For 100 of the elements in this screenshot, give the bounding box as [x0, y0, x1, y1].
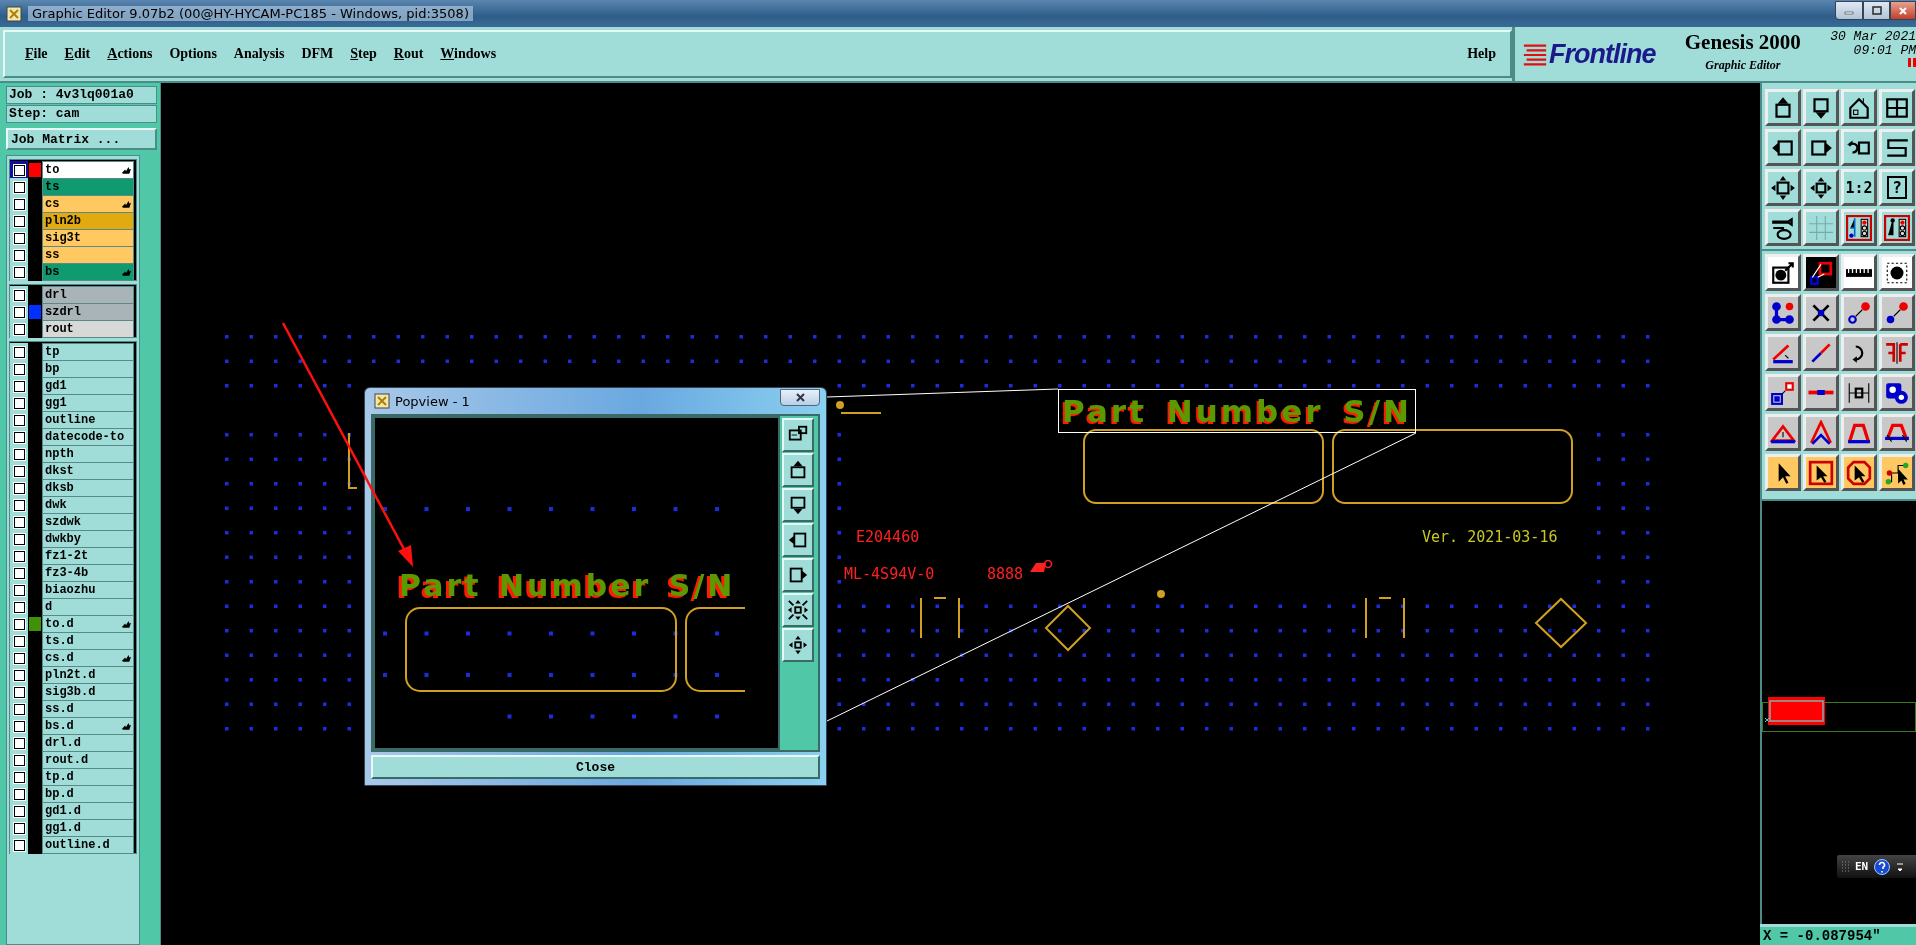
tool-button[interactable]	[1803, 129, 1839, 166]
menu-item[interactable]: Actions	[107, 46, 153, 62]
tool-button[interactable]	[1765, 454, 1801, 491]
layer-name[interactable]: ss	[42, 246, 134, 264]
tool-button[interactable]	[1841, 414, 1877, 451]
tool-button[interactable]	[1803, 454, 1839, 491]
tool-button[interactable]	[1841, 334, 1877, 371]
layer-name[interactable]: bp.d	[42, 785, 134, 803]
layer-name[interactable]: outline	[42, 411, 134, 429]
tool-button[interactable]	[1765, 169, 1801, 206]
layer-name[interactable]: gd1	[42, 377, 134, 395]
tool-button[interactable]	[1879, 294, 1915, 331]
tool-button[interactable]	[1879, 254, 1915, 291]
help-button[interactable]: ?	[1879, 169, 1915, 206]
tool-button[interactable]	[1879, 454, 1915, 491]
tool-button[interactable]	[1803, 254, 1839, 291]
tool-button[interactable]	[1879, 129, 1915, 166]
layer-name[interactable]: pln2b	[42, 212, 134, 230]
layer-name[interactable]: dkst	[42, 462, 134, 480]
tool-button[interactable]	[1803, 334, 1839, 371]
layer-name[interactable]: to.d	[42, 615, 134, 633]
menu-item[interactable]: Analysis	[233, 46, 285, 62]
layer-name[interactable]: cs.d	[42, 649, 134, 667]
layer-name[interactable]: fz3-4b	[42, 564, 134, 582]
layer-name[interactable]: sig3t	[42, 229, 134, 247]
tool-button[interactable]	[1803, 414, 1839, 451]
tool-button[interactable]	[1765, 129, 1801, 166]
layer-name[interactable]: dksb	[42, 479, 134, 497]
tool-button[interactable]	[1803, 374, 1839, 411]
tool-button[interactable]	[1765, 89, 1801, 126]
tool-button[interactable]	[1841, 254, 1877, 291]
layer-name[interactable]: pln2t.d	[42, 666, 134, 684]
tool-button[interactable]	[1841, 294, 1877, 331]
layer-name[interactable]: to	[42, 161, 134, 179]
layer-name[interactable]: rout	[42, 320, 134, 338]
view-tool-button[interactable]	[782, 488, 814, 522]
close-button[interactable]	[780, 388, 820, 406]
layer-name[interactable]: gg1	[42, 394, 134, 412]
tool-button[interactable]	[1803, 294, 1839, 331]
layer-name[interactable]: gd1.d	[42, 802, 134, 820]
maximize-button[interactable]	[1863, 1, 1890, 20]
layer-name[interactable]: biaozhu	[42, 581, 134, 599]
tool-button[interactable]	[1803, 89, 1839, 126]
layer-name[interactable]: drl.d	[42, 734, 134, 752]
layer-name[interactable]: cs	[42, 195, 134, 213]
tool-button[interactable]	[1765, 294, 1801, 331]
tool-button[interactable]	[1879, 209, 1915, 246]
menu-item[interactable]: File	[25, 46, 48, 62]
layer-name[interactable]: ts	[42, 178, 134, 196]
layer-name[interactable]: drl	[42, 286, 134, 304]
view-tool-button[interactable]	[782, 523, 814, 557]
tool-button[interactable]	[1841, 209, 1877, 246]
menu-item[interactable]: Options	[169, 46, 217, 62]
layer-name[interactable]: szdwk	[42, 513, 134, 531]
layer-name[interactable]: tp.d	[42, 768, 134, 786]
view-tool-button[interactable]	[782, 418, 814, 452]
layer-name[interactable]: ts.d	[42, 632, 134, 650]
menu-item[interactable]: Rout	[393, 46, 424, 62]
tool-button[interactable]	[1879, 414, 1915, 451]
menu-item[interactable]: DFM	[301, 46, 334, 62]
tool-button[interactable]	[1879, 374, 1915, 411]
tool-button[interactable]	[1803, 209, 1839, 246]
tool-button[interactable]	[1765, 374, 1801, 411]
layer-name[interactable]: outline.d	[42, 836, 134, 854]
layer-name[interactable]: tp	[42, 343, 134, 361]
tool-button[interactable]	[1765, 334, 1801, 371]
layer-name[interactable]: gg1.d	[42, 819, 134, 837]
tool-button[interactable]	[1803, 169, 1839, 206]
layer-name[interactable]: bs	[42, 263, 134, 281]
menu-item[interactable]: Help	[1467, 46, 1496, 62]
job-matrix-button[interactable]: Job Matrix ...	[6, 128, 157, 150]
minimize-button[interactable]	[1835, 1, 1863, 20]
tool-button[interactable]	[1879, 89, 1915, 126]
tool-button[interactable]	[1879, 334, 1915, 371]
menu-item[interactable]: Windows	[440, 46, 497, 62]
close-button[interactable]	[1890, 1, 1916, 20]
view-tool-button[interactable]	[782, 453, 814, 487]
menu-item[interactable]: Edit	[64, 46, 91, 62]
tool-button[interactable]	[1765, 209, 1801, 246]
layer-name[interactable]: dwkby	[42, 530, 134, 548]
layer-name[interactable]: bs.d	[42, 717, 134, 735]
layer-name[interactable]: npth	[42, 445, 134, 463]
language-bar[interactable]: EN	[1837, 855, 1916, 878]
layer-name[interactable]: bp	[42, 360, 134, 378]
layer-name[interactable]: ss.d	[42, 700, 134, 718]
view-tool-button[interactable]	[782, 628, 814, 662]
layer-name[interactable]: d	[42, 598, 134, 616]
layer-name[interactable]: szdrl	[42, 303, 134, 321]
tool-button[interactable]	[1765, 254, 1801, 291]
tool-button[interactable]	[1841, 129, 1877, 166]
layer-name[interactable]: rout.d	[42, 751, 134, 769]
layer-name[interactable]: dwk	[42, 496, 134, 514]
tool-button[interactable]	[1841, 374, 1877, 411]
close-popup-button[interactable]: Close	[371, 755, 820, 779]
language-label[interactable]: EN	[1855, 860, 1869, 873]
tool-button[interactable]: 1:2	[1841, 169, 1877, 206]
layer-name[interactable]: datecode-to	[42, 428, 134, 446]
view-tool-button[interactable]	[782, 558, 814, 592]
tool-button[interactable]	[1841, 89, 1877, 126]
view-tool-button[interactable]	[782, 593, 814, 627]
